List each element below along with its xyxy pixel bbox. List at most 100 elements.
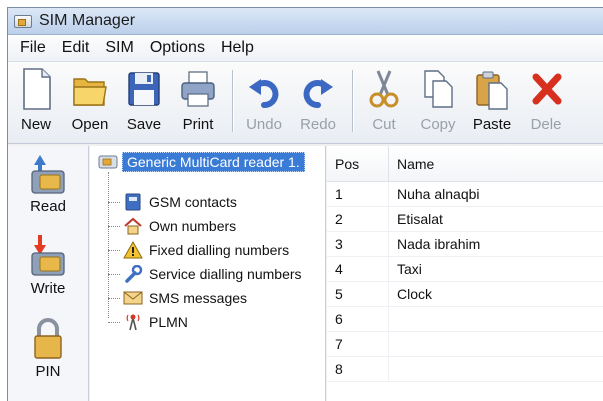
delete-x-icon (528, 67, 564, 111)
antenna-icon (123, 313, 143, 331)
floppy-disk-icon (126, 67, 162, 111)
cell-name (389, 357, 603, 381)
menu-options[interactable]: Options (142, 39, 213, 57)
sim-folder-tree: Generic MultiCard reader 1. GSM contacts… (90, 146, 326, 401)
tree-node-label: Fixed dialling numbers (149, 242, 290, 258)
contacts-book-icon (123, 193, 143, 211)
warning-triangle-icon (123, 240, 143, 259)
undo-arrow-icon (246, 67, 282, 111)
tree-node-label: PLMN (149, 314, 188, 330)
sim-card-app-icon (14, 14, 32, 28)
cell-pos: 1 (327, 182, 389, 206)
home-icon (123, 217, 143, 235)
print-label: Print (182, 116, 214, 133)
tree-node-own-numbers[interactable]: Own numbers (108, 215, 236, 237)
card-reader-icon (98, 155, 118, 169)
menu-sim[interactable]: SIM (97, 39, 141, 57)
cell-name (389, 307, 603, 331)
menu-edit[interactable]: Edit (54, 39, 98, 57)
printer-icon (180, 67, 216, 111)
read-label: Read (30, 198, 66, 215)
read-sim-icon (26, 151, 70, 197)
tree-node-sms-messages[interactable]: SMS messages (108, 287, 247, 309)
tree-node-service-dialling[interactable]: Service dialling numbers (108, 263, 302, 285)
redo-label: Redo (300, 116, 336, 133)
title-bar[interactable]: SIM Manager (8, 8, 603, 35)
window-title: SIM Manager (39, 12, 136, 29)
cut-button[interactable]: Cut (360, 64, 408, 142)
folder-icon (72, 67, 108, 111)
cell-pos: 6 (327, 307, 389, 331)
table-row[interactable]: 7 (327, 332, 603, 357)
paste-button[interactable]: Paste (468, 64, 516, 142)
cell-name: Nada ibrahim (397, 236, 481, 252)
tree-branch (108, 297, 120, 299)
table-row[interactable]: 6 (327, 307, 603, 332)
cell-pos: 4 (327, 257, 389, 281)
tree-branch (108, 321, 120, 323)
cell-name (389, 332, 603, 356)
tree-branch (108, 225, 120, 227)
menu-bar: File Edit SIM Options Help (8, 35, 603, 62)
tree-node-label: Service dialling numbers (149, 266, 302, 282)
write-button[interactable]: Write (8, 233, 88, 297)
pin-button[interactable]: PIN (8, 316, 88, 380)
redo-arrow-icon (300, 67, 336, 111)
tree-node-label: GSM contacts (149, 194, 237, 210)
redo-button[interactable]: Redo (294, 64, 342, 142)
tree-node-fixed-dialling[interactable]: Fixed dialling numbers (108, 239, 289, 261)
table-row[interactable]: 5 Clock (327, 282, 603, 307)
save-button[interactable]: Save (120, 64, 168, 142)
table-row[interactable]: 2 Etisalat (327, 207, 603, 232)
column-header-pos[interactable]: Pos (327, 146, 389, 181)
undo-button[interactable]: Undo (240, 64, 288, 142)
print-button[interactable]: Print (174, 64, 222, 142)
copy-button[interactable]: Copy (414, 64, 462, 142)
padlock-icon (26, 316, 70, 362)
scissors-icon (366, 67, 402, 111)
tree-node-label: Own numbers (149, 218, 237, 234)
cell-name: Nuha alnaqbi (397, 186, 480, 202)
cell-name: Taxi (397, 261, 422, 277)
delete-label: Dele (530, 116, 562, 133)
pin-label: PIN (35, 363, 61, 380)
cell-pos: 5 (327, 282, 389, 306)
open-button[interactable]: Open (66, 64, 114, 142)
wrench-icon (123, 264, 143, 283)
menu-file[interactable]: File (12, 39, 54, 57)
sim-manager-window: SIM Manager File Edit SIM Options Help N… (7, 7, 603, 401)
cell-pos: 7 (327, 332, 389, 356)
column-header-name[interactable]: Name (389, 146, 603, 181)
write-label: Write (30, 280, 66, 297)
write-sim-icon (26, 233, 70, 279)
copy-documents-icon (420, 67, 456, 111)
sim-action-sidebar: Read Write PIN (8, 146, 89, 401)
menu-help[interactable]: Help (213, 39, 262, 57)
table-row[interactable]: 4 Taxi (327, 257, 603, 282)
envelope-icon (123, 289, 143, 307)
cell-pos: 8 (327, 357, 389, 381)
tree-node-label: SMS messages (149, 290, 248, 306)
cell-name: Etisalat (397, 211, 443, 227)
tree-node-plmn[interactable]: PLMN (108, 311, 188, 333)
tree-root-reader[interactable]: Generic MultiCard reader 1. (98, 151, 305, 173)
list-header: Pos Name (327, 146, 603, 182)
toolbar: New Open Save Print Undo Redo Cut Copy P… (8, 62, 603, 144)
tree-branch (108, 273, 120, 275)
new-button[interactable]: New (12, 64, 60, 142)
table-row[interactable]: 3 Nada ibrahim (327, 232, 603, 257)
cell-pos: 2 (327, 207, 389, 231)
tree-branch (108, 201, 120, 203)
read-button[interactable]: Read (8, 151, 88, 215)
cell-pos: 3 (327, 232, 389, 256)
table-row[interactable]: 8 (327, 357, 603, 382)
table-row[interactable]: 1 Nuha alnaqbi (327, 182, 603, 207)
contacts-list: Pos Name 1 Nuha alnaqbi 2 Etisalat 3 Nada i… (327, 146, 603, 401)
delete-button[interactable]: Dele (522, 64, 570, 142)
cell-name: Clock (397, 286, 433, 302)
tree-root-label: Generic MultiCard reader 1. (122, 152, 305, 172)
tree-branch (108, 249, 120, 251)
clipboard-paste-icon (474, 67, 510, 111)
new-document-icon (18, 67, 54, 111)
tree-node-gsm-contacts[interactable]: GSM contacts (108, 191, 237, 213)
